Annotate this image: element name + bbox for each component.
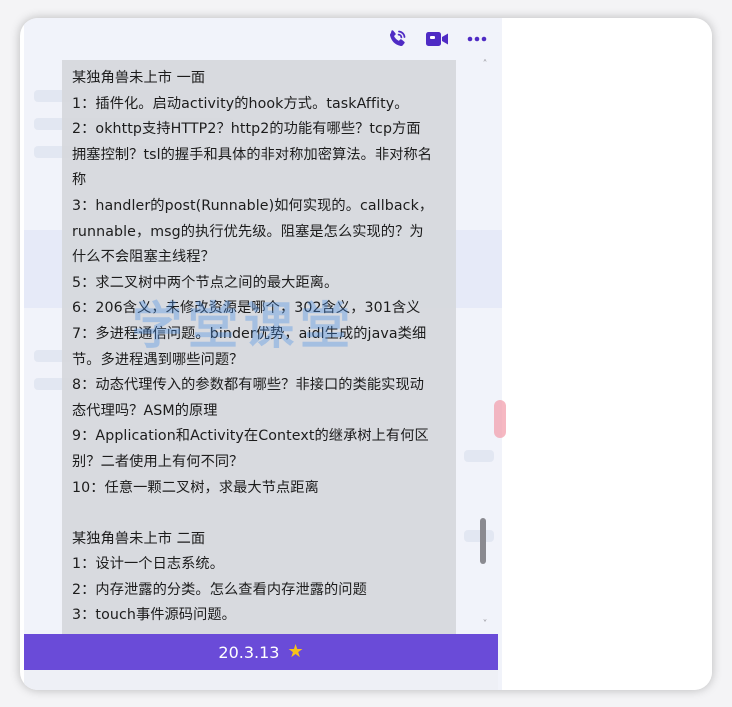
message-text: 某独角兽未上市 一面 1：插件化。启动activity的hook方式。taskAf… (72, 66, 448, 629)
message-line: runnable，msg的执行优先级。阻塞是怎么实现的？为 (72, 223, 424, 240)
bottom-strip (24, 670, 498, 690)
more-options-icon[interactable] (464, 26, 490, 52)
message-line: 8：动态代理传入的参数都有哪些？非接口的类能实现动 (72, 377, 425, 394)
date-banner: 20.3.13 ★ (24, 634, 498, 670)
chat-toolbar (384, 26, 490, 52)
scroll-up-arrow[interactable]: ˄ (478, 58, 492, 72)
right-panel (502, 18, 712, 690)
message-line: 7：多进程通信问题。binder优势，aidl生成的java类细 (72, 325, 427, 342)
message-line: 称 (72, 172, 87, 189)
blurred-text (464, 450, 494, 462)
image-message[interactable]: 某独角兽未上市 一面 1：插件化。启动activity的hook方式。taskAf… (62, 60, 456, 634)
message-line: 2：okhttp支持HTTP2？http2的功能有哪些？tcp方面 (72, 121, 421, 138)
phone-call-icon[interactable] (384, 26, 410, 52)
blurred-text (464, 530, 494, 542)
message-line: 态代理吗？ASM的原理 (72, 402, 218, 419)
message-line: 3：handler的post(Runnable)如何实现的。callback， (72, 197, 434, 214)
scroll-down-arrow[interactable]: ˅ (478, 618, 492, 632)
message-line: 5：求二叉树中两个节点之间的最大距离。 (72, 274, 339, 291)
message-line: 10：任意一颗二叉树，求最大节点距离 (72, 479, 319, 496)
chat-window: 某独角兽未上市 一面 1：插件化。启动activity的hook方式。taskAf… (20, 18, 712, 690)
message-line: 拥塞控制？tsl的握手和具体的非对称加密算法。非对称名 (72, 146, 433, 163)
date-label: 20.3.13 (218, 642, 280, 662)
message-line: 某独角兽未上市 二面 (72, 530, 206, 547)
message-line: 2：内存泄露的分类。怎么查看内存泄露的问题 (72, 581, 367, 598)
message-line: 1：插件化。启动activity的hook方式。taskAffity。 (72, 95, 409, 112)
screen-background: 某独角兽未上市 一面 1：插件化。启动activity的hook方式。taskAf… (0, 0, 732, 707)
message-line: 9：Application和Activity在Context的继承树上有何区 (72, 428, 429, 445)
scrollbar-thumb[interactable] (480, 518, 486, 564)
message-line: 节。多进程遇到哪些问题？ (72, 351, 244, 368)
message-line: 别？二者使用上有何不同？ (72, 453, 244, 470)
video-call-icon[interactable] (424, 26, 450, 52)
message-line: 3：touch事件源码问题。 (72, 607, 236, 624)
message-line: 某独角兽未上市 一面 (72, 70, 206, 86)
blurred-sticker (494, 400, 506, 438)
message-line: 什么不会阻塞主线程？ (72, 249, 215, 266)
message-line: 6：206含义，未修改资源是哪个，302含义，301含义 (72, 300, 421, 317)
message-line: 1：设计一个日志系统。 (72, 556, 225, 573)
star-icon: ★ (287, 641, 304, 662)
